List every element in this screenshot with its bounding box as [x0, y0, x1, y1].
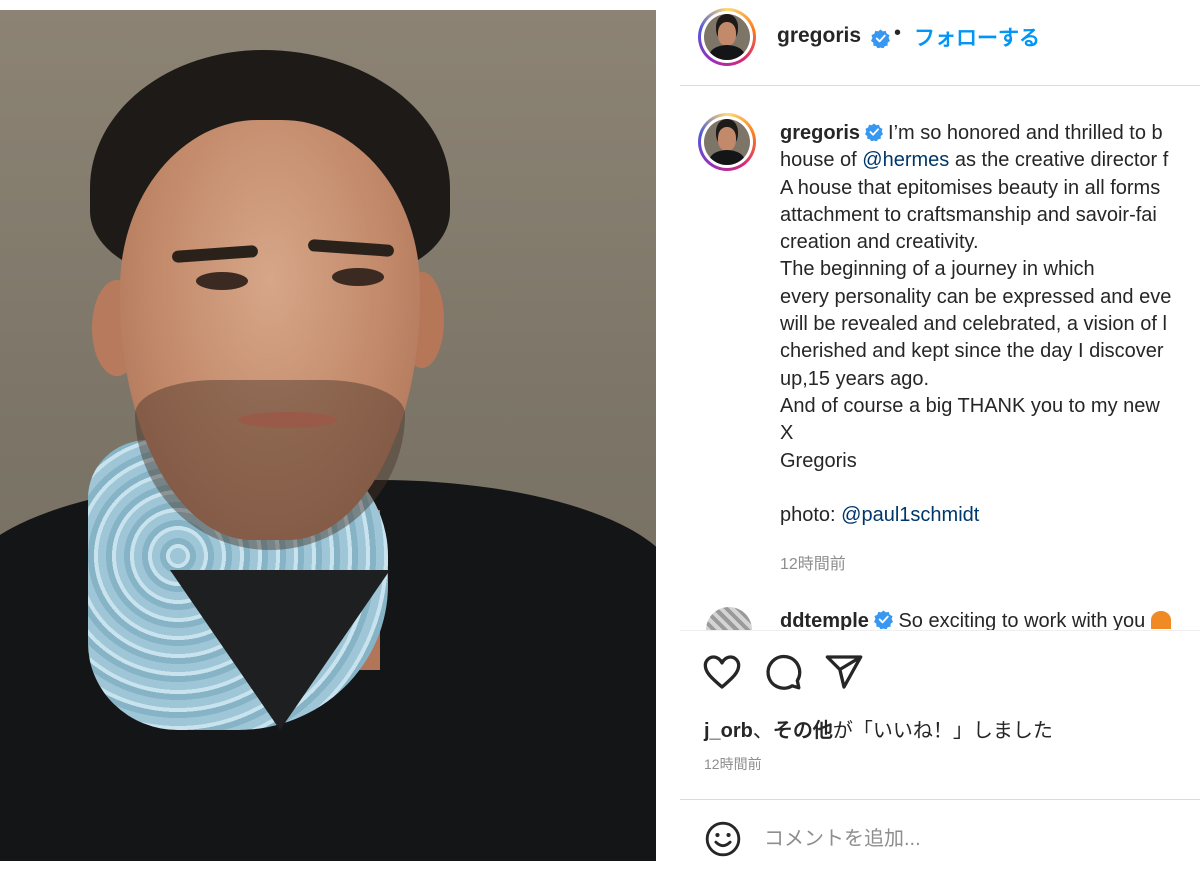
- photo-mouth: [238, 412, 338, 428]
- header-username[interactable]: gregoris: [777, 24, 861, 48]
- comment: ddtemple So exciting to work with you: [780, 610, 1171, 630]
- post-viewer: gregoris • フォローする gregoris I’m so honored…: [0, 0, 1200, 873]
- heart-icon[interactable]: [702, 652, 742, 692]
- mention-link[interactable]: @paul1schmidt: [841, 504, 979, 526]
- post-timestamp[interactable]: 12時間前: [704, 754, 762, 774]
- verified-badge-icon: [873, 610, 893, 629]
- comment-text: So exciting to work with you: [898, 610, 1151, 630]
- post-photo[interactable]: [0, 10, 656, 861]
- photo-eye: [332, 268, 384, 286]
- photo-vneck: [170, 570, 390, 730]
- caption-text: I’m so honored and thrilled to b: [888, 122, 1163, 144]
- post-side-panel: gregoris • フォローする gregoris I’m so honored…: [680, 0, 1200, 873]
- comment-username[interactable]: ddtemple: [780, 610, 869, 630]
- avatar[interactable]: [698, 113, 756, 171]
- verified-badge-icon: [865, 123, 884, 141]
- add-comment-bar: [680, 799, 1200, 873]
- comments-area[interactable]: gregoris I’m so honored and thrilled to b…: [680, 87, 1200, 630]
- likes-others-link[interactable]: その他: [773, 720, 833, 742]
- post-caption: gregoris I’m so honored and thrilled to b…: [780, 120, 1200, 529]
- caption-text: house of: [780, 149, 857, 172]
- photo-eye: [196, 272, 248, 290]
- avatar[interactable]: [698, 8, 756, 66]
- post-actions: j_orb、その他が「いいね！」しました 12時間前: [680, 630, 1200, 800]
- likes-separator: 、: [752, 720, 773, 742]
- orange-heart-icon: [1150, 611, 1171, 629]
- likes-suffix: が「いいね！」しました: [832, 720, 1053, 742]
- avatar[interactable]: [706, 607, 752, 630]
- likes-summary: j_orb、その他が「いいね！」しました: [704, 714, 1053, 743]
- caption-username[interactable]: gregoris: [780, 122, 860, 144]
- comment-input[interactable]: [764, 824, 1184, 854]
- send-icon[interactable]: [824, 652, 864, 692]
- caption-timestamp[interactable]: 12時間前: [780, 550, 846, 574]
- follow-button[interactable]: フォローする: [914, 22, 1040, 52]
- caption-text: as the creative director f A house that …: [780, 149, 1172, 527]
- emoji-icon[interactable]: [704, 820, 742, 858]
- header-separator: •: [894, 22, 902, 44]
- post-header: gregoris • フォローする: [680, 0, 1200, 86]
- mention-link[interactable]: @hermes: [862, 149, 949, 171]
- verified-badge-icon: [871, 29, 890, 48]
- liker-username[interactable]: j_orb: [704, 720, 753, 742]
- comment-icon[interactable]: [763, 652, 803, 692]
